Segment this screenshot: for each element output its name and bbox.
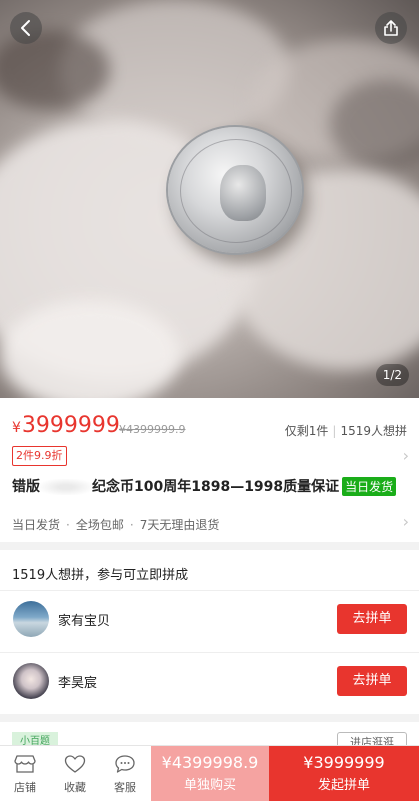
title-rest: 纪念币100周年1898—1998质量保证	[92, 479, 340, 495]
product-title: 错版 纪念币100周年1898—1998质量保证 当日发货	[12, 476, 397, 496]
current-price: ¥3999999	[12, 413, 120, 441]
group-buy-section: 1519人想拼，参与可立即拼成 家有宝贝 去拼单 李昊宸 去拼单	[0, 550, 419, 714]
join-group-button[interactable]: 去拼单	[337, 666, 407, 696]
coin	[168, 127, 302, 253]
chevron-left-icon	[21, 20, 30, 36]
avatar	[13, 663, 49, 699]
store-label: 店铺	[14, 781, 36, 794]
price-value: 3999999	[21, 413, 120, 438]
group-member-row: 李昊宸 去拼单	[0, 652, 419, 714]
store-tab[interactable]: 店铺	[0, 746, 50, 801]
chat-icon	[115, 755, 135, 773]
service-item: 7天无理由退货	[139, 518, 220, 532]
service-label: 客服	[114, 781, 136, 794]
service-tab[interactable]: 客服	[100, 746, 150, 801]
share-icon	[384, 20, 398, 36]
title-prefix: 错版	[12, 479, 40, 495]
group-member-row: 家有宝贝 去拼单	[0, 590, 419, 652]
solo-price: ¥4399998.9	[161, 753, 259, 772]
member-name: 家有宝贝	[58, 614, 111, 629]
group-label: 发起拼单	[317, 778, 370, 793]
currency-symbol: ¥	[12, 420, 21, 436]
same-day-badge: 当日发货	[342, 477, 397, 496]
group-buy-heading: 1519人想拼，参与可立即拼成	[12, 568, 189, 583]
service-item: 全场包邮	[75, 518, 124, 532]
avatar	[13, 601, 49, 637]
product-info: ¥3999999 ¥4399999.9 仅剩1件 | 1519人想拼 2件9.9折 …	[0, 398, 419, 542]
store-icon	[14, 755, 36, 773]
back-button[interactable]	[10, 12, 42, 44]
original-price: ¥4399999.9	[119, 423, 186, 436]
product-image[interactable]: 1/2	[0, 0, 419, 398]
image-counter: 1/2	[375, 364, 409, 386]
chevron-right-icon[interactable]: ›	[403, 446, 409, 465]
stock-left: 仅剩1件	[284, 424, 329, 438]
wanted-count: 1519人想拼	[340, 424, 407, 438]
member-name: 李昊宸	[58, 676, 98, 691]
heart-icon	[64, 755, 86, 773]
buy-alone-button[interactable]: ¥4399998.9 单独购买	[151, 746, 269, 801]
favorite-label: 收藏	[64, 781, 86, 794]
group-price: ¥3999999	[303, 753, 385, 772]
join-group-button[interactable]: 去拼单	[337, 604, 407, 634]
service-list[interactable]: 当日发货 · 全场包邮 · 7天无理由退货	[12, 516, 219, 533]
redacted-text	[40, 479, 92, 495]
discount-tag[interactable]: 2件9.9折	[12, 446, 67, 466]
solo-label: 单独购买	[183, 778, 236, 793]
favorite-tab[interactable]: 收藏	[50, 746, 100, 801]
share-button[interactable]	[375, 12, 407, 44]
start-group-button[interactable]: ¥3999999 发起拼单	[269, 746, 419, 801]
chevron-right-icon[interactable]: ›	[403, 512, 409, 531]
stock-info: 仅剩1件 | 1519人想拼	[284, 424, 407, 438]
service-item: 当日发货	[12, 518, 61, 532]
coin-portrait	[220, 165, 266, 221]
bottom-action-bar: 店铺 收藏 客服 ¥4399998.9 单独购买 ¥3999999 发起拼单	[0, 745, 419, 801]
